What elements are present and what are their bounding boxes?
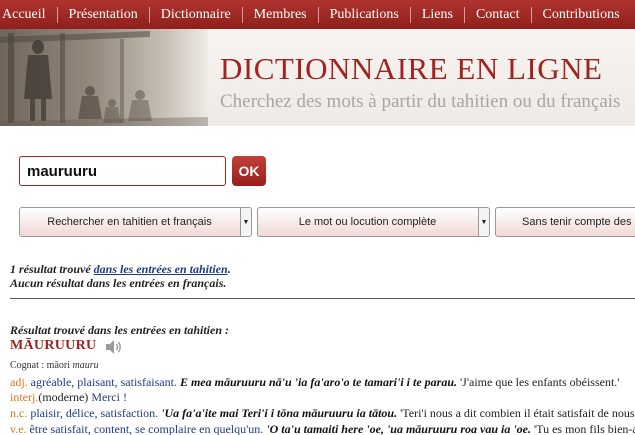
search-language-value: Rechercher en tahitien et français — [47, 216, 212, 228]
nav-accueil[interactable]: Accueil — [0, 7, 57, 23]
entry-cognate: Cognat : māori mauru — [10, 360, 99, 371]
french-results-text: Aucun résultat dans les entrées en franç… — [10, 276, 227, 290]
sense-row: n.c. plaisir, délice, satisfaction. 'Ua … — [10, 406, 635, 420]
dropdown-caret-icon: ▼ — [478, 208, 489, 236]
site-title: DICTIONNAIRE EN LIGNE — [220, 51, 603, 86]
sense-row: interj.(moderne) Merci ! — [10, 390, 127, 404]
search-input[interactable] — [19, 156, 226, 186]
nav-dictionnaire[interactable]: Dictionnaire — [148, 6, 242, 23]
top-nav: Accueil Présentation Dictionnaire Membre… — [0, 0, 635, 29]
ok-button[interactable]: OK — [232, 156, 266, 186]
dropdown-caret-icon: ▼ — [240, 208, 251, 236]
search-language-select[interactable]: Rechercher en tahitien et français ▼ — [19, 207, 252, 237]
nav-publications[interactable]: Publications — [317, 6, 410, 23]
sense-row: adj. agréable, plaisant, satisfaisant. E… — [10, 375, 620, 389]
site-header: DICTIONNAIRE EN LIGNE Cherchez des mots … — [0, 29, 635, 126]
nav-presentation[interactable]: Présentation — [56, 6, 149, 23]
nav-contact[interactable]: Contact — [463, 6, 531, 23]
entry-headword: MĀURUURU — [10, 338, 97, 353]
accent-mode-value: Sans tenir compte des accents — [522, 216, 635, 228]
accent-mode-select[interactable]: Sans tenir compte des accents — [495, 207, 635, 237]
site-subtitle: Cherchez des mots à partir du tahitien o… — [220, 91, 621, 112]
nav-liens[interactable]: Liens — [409, 6, 464, 23]
nav-membres[interactable]: Membres — [241, 6, 318, 23]
speaker-icon[interactable] — [104, 339, 124, 360]
divider — [10, 298, 635, 299]
match-mode-select[interactable]: Le mot ou locution complète ▼ — [257, 207, 490, 237]
cognate-word: mauru — [72, 360, 99, 371]
nav-contributions[interactable]: Contributions — [530, 6, 631, 23]
results-summary: 1 résultat trouvé dans les entrées en ta… — [10, 262, 231, 290]
header-engraving-image — [0, 29, 208, 126]
match-mode-value: Le mot ou locution complète — [298, 216, 437, 228]
sense-row: v.e. être satisfait, content, se complai… — [10, 422, 635, 435]
tahitian-results-link[interactable]: dans les entrées en tahitien — [94, 262, 228, 276]
results-count-text: 1 résultat trouvé — [10, 262, 94, 276]
entry-found-label: Résultat trouvé dans les entrées en tahi… — [10, 323, 230, 337]
